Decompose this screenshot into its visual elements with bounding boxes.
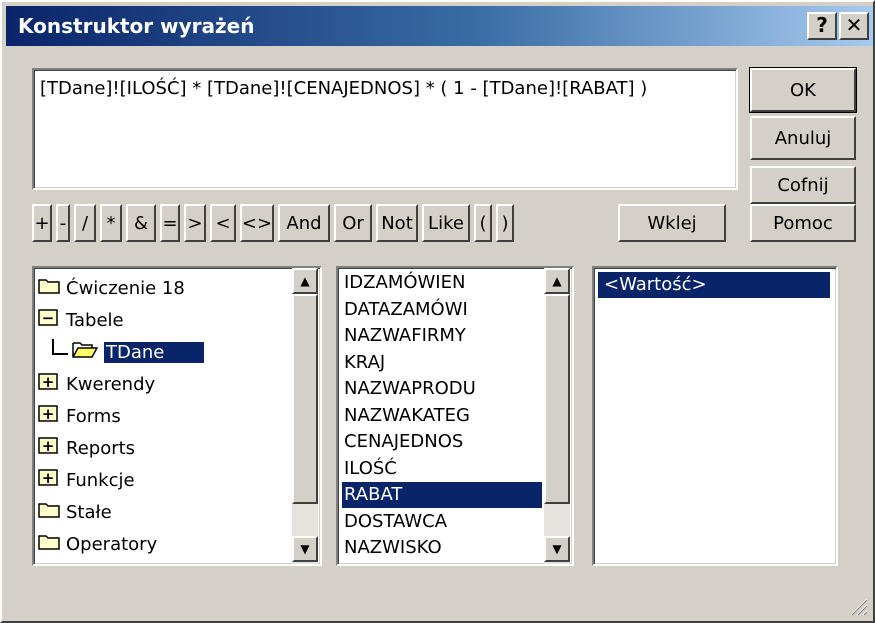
tree-connector-icon bbox=[52, 339, 68, 355]
scroll-down-icon[interactable]: ▼ bbox=[292, 536, 318, 562]
undo-button[interactable]: Cofnij bbox=[750, 166, 856, 204]
collapse-icon: − bbox=[38, 306, 60, 336]
scroll-up-icon[interactable]: ▲ bbox=[292, 268, 318, 294]
cancel-button[interactable]: Anuluj bbox=[750, 116, 856, 160]
tree-scrollbar[interactable]: ▲ ▼ bbox=[292, 268, 318, 564]
title-bar[interactable]: Konstruktor wyrażeń ? ✕ bbox=[6, 6, 873, 46]
tree-item[interactable]: + Funkcje bbox=[38, 466, 135, 496]
field-item[interactable]: DOSTAWCA bbox=[342, 509, 542, 535]
scroll-down-icon[interactable]: ▼ bbox=[544, 536, 570, 562]
tree-item[interactable]: Stałe bbox=[38, 498, 112, 528]
field-item[interactable]: NAZWISKO bbox=[342, 535, 542, 561]
operator-button[interactable]: And bbox=[278, 204, 330, 242]
field-item[interactable]: NAZWAFIRMY bbox=[342, 323, 542, 349]
svg-text:+: + bbox=[42, 405, 55, 422]
tree-item[interactable]: + Forms bbox=[38, 402, 121, 432]
ok-button[interactable]: OK bbox=[749, 67, 857, 113]
field-item[interactable]: NAZWAPRODU bbox=[342, 376, 542, 402]
tree-item-label: Reports bbox=[66, 438, 136, 459]
field-item[interactable]: IDZAMÓWIEN bbox=[342, 270, 542, 296]
expand-icon: + bbox=[38, 434, 60, 464]
fields-scrollbar[interactable]: ▲ ▼ bbox=[544, 268, 570, 564]
value-item[interactable]: <Wartość> bbox=[598, 272, 830, 298]
tree-item-label: Forms bbox=[66, 406, 121, 427]
undo-button-label: Cofnij bbox=[777, 174, 829, 196]
tree-item[interactable]: TDane bbox=[52, 338, 205, 368]
svg-text:+: + bbox=[42, 373, 55, 390]
field-item[interactable]: RABAT bbox=[342, 482, 542, 508]
operator-button[interactable]: < bbox=[210, 204, 236, 242]
tree-item[interactable]: Operatory bbox=[38, 530, 157, 560]
close-caption-button[interactable]: ✕ bbox=[839, 12, 869, 40]
tree-item-label: Tabele bbox=[66, 310, 124, 331]
operator-button[interactable]: <> bbox=[240, 204, 274, 242]
resize-grip-icon[interactable] bbox=[847, 595, 869, 617]
operator-button[interactable]: * bbox=[100, 204, 122, 242]
operator-button[interactable]: / bbox=[74, 204, 96, 242]
help-button[interactable]: Pomoc bbox=[750, 204, 856, 242]
operator-button[interactable]: + bbox=[32, 204, 52, 242]
tree-item[interactable]: + Reports bbox=[38, 434, 135, 464]
svg-text:+: + bbox=[42, 469, 55, 486]
field-item[interactable]: ILOŚĆ bbox=[342, 456, 542, 482]
expand-icon: + bbox=[38, 370, 60, 400]
operator-button[interactable]: > bbox=[184, 204, 206, 242]
folder-icon bbox=[38, 274, 60, 304]
tree-item[interactable]: Ćwiczenie 18 bbox=[38, 274, 185, 304]
tree-item-label: Ćwiczenie 18 bbox=[66, 278, 185, 299]
operator-button[interactable]: ) bbox=[496, 204, 514, 242]
field-item[interactable]: CENAJEDNOS bbox=[342, 429, 542, 455]
expand-icon: + bbox=[38, 466, 60, 496]
svg-text:+: + bbox=[42, 437, 55, 454]
operator-button[interactable]: Not bbox=[376, 204, 418, 242]
expand-icon: + bbox=[38, 402, 60, 432]
tree-item-label: Funkcje bbox=[66, 470, 135, 491]
operator-button[interactable]: Like bbox=[422, 204, 470, 242]
paste-button[interactable]: Wklej bbox=[618, 204, 726, 242]
field-item[interactable]: NAZWAKATEG bbox=[342, 403, 542, 429]
operator-button[interactable]: ( bbox=[474, 204, 492, 242]
operator-button[interactable]: - bbox=[56, 204, 70, 242]
operator-button[interactable]: = bbox=[160, 204, 180, 242]
object-tree-list[interactable]: Ćwiczenie 18− Tabele TDane + Kwerendy + Forms +… bbox=[32, 266, 322, 566]
operator-button[interactable]: & bbox=[126, 204, 156, 242]
tree-item-label: Kwerendy bbox=[66, 374, 156, 395]
tree-item-label: Operatory bbox=[66, 534, 158, 555]
field-item[interactable]: DATAZAMÓWI bbox=[342, 297, 542, 323]
operator-button[interactable]: Or bbox=[334, 204, 372, 242]
folder-icon bbox=[38, 498, 60, 528]
values-list[interactable]: <Wartość> bbox=[592, 266, 838, 566]
expression-textbox[interactable]: [TDane]![ILOŚĆ] * [TDane]![CENAJEDNOS] *… bbox=[32, 68, 738, 190]
folder-icon bbox=[38, 530, 60, 560]
help-caption-button[interactable]: ? bbox=[807, 12, 837, 40]
scroll-up-icon[interactable]: ▲ bbox=[544, 268, 570, 294]
scroll-thumb[interactable] bbox=[292, 294, 318, 504]
open-folder-icon bbox=[72, 338, 99, 368]
tree-item-label: TDane bbox=[104, 342, 205, 363]
tree-item[interactable]: + Kwerendy bbox=[38, 370, 155, 400]
field-item[interactable]: KRAJ bbox=[342, 350, 542, 376]
tree-item-label: Stałe bbox=[66, 502, 112, 523]
scroll-thumb[interactable] bbox=[544, 294, 570, 504]
window-title: Konstruktor wyrażeń bbox=[18, 14, 255, 38]
fields-list[interactable]: IDZAMÓWIEN DATAZAMÓWI NAZWAFIRMY KRAJ NAZWAP… bbox=[336, 266, 574, 566]
svg-text:−: − bbox=[42, 309, 55, 326]
tree-item[interactable]: − Tabele bbox=[38, 306, 124, 336]
